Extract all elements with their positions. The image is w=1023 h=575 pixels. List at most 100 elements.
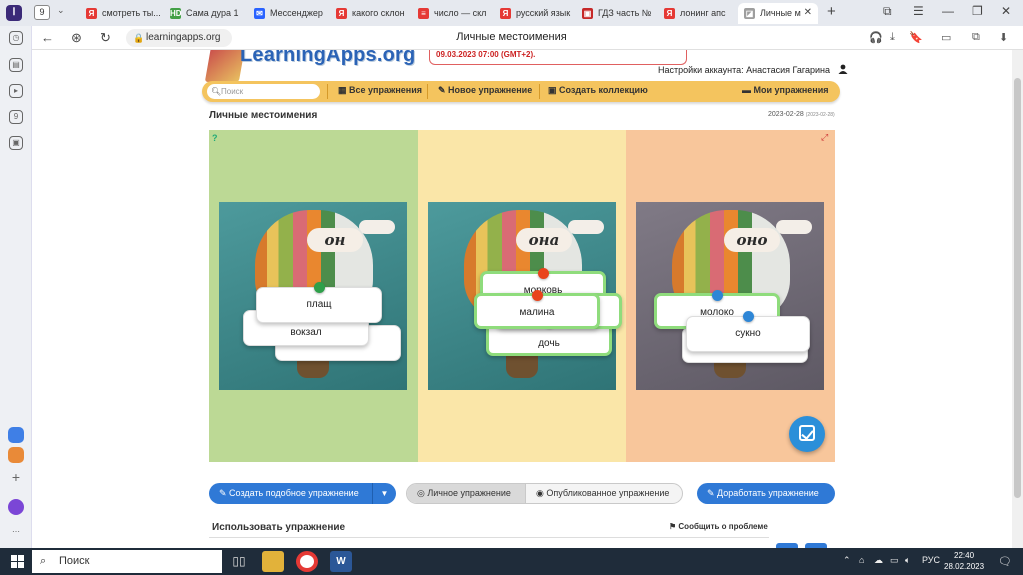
browser-sidebar: ◷ ▤ ▸ 9 ▣ + ⋯ <box>0 26 32 548</box>
blue-pin <box>743 311 754 322</box>
close-tab-icon[interactable]: ✕ <box>804 7 812 18</box>
browser-logo-icon[interactable]: Ⅰ <box>6 5 22 21</box>
report-label: Сообщить о проблеме <box>678 522 768 531</box>
chevron-up-icon[interactable]: ⌃ <box>843 555 851 566</box>
download-manager-icon[interactable]: ⬇ <box>999 31 1008 44</box>
visibility-toggle: ◎ Личное упражнение ◉ Опубликованное упр… <box>406 483 683 504</box>
help-icon[interactable]: ? <box>212 133 224 145</box>
browser-tab[interactable]: HD Сама дура 1 <box>164 3 246 24</box>
cloud <box>776 220 812 234</box>
clock[interactable]: 22:40 28.02.2023 <box>944 550 984 572</box>
download-icon[interactable]: ⤓ <box>890 31 895 44</box>
scrollbar-thumb[interactable] <box>1014 78 1021 498</box>
edit-exercise-button[interactable]: ✎ Доработать упражнение <box>697 483 835 504</box>
notifications-icon[interactable]: 🗨︎ <box>998 555 1012 568</box>
browser-tab[interactable]: ▣ ГДЗ часть № <box>576 3 658 24</box>
create-collection-button[interactable]: ▣ Создать коллекцию <box>548 85 648 96</box>
page-scrollbar[interactable] <box>1012 50 1023 548</box>
yandex-browser-icon[interactable] <box>296 551 318 572</box>
search-input[interactable]: 🔍︎ Поиск <box>207 84 320 99</box>
minimize-icon[interactable]: — <box>942 4 954 18</box>
my-exercises-button[interactable]: ▬ Мои упражнения <box>742 85 829 95</box>
yandex-icon: Я <box>336 8 347 19</box>
card-label: дочь <box>538 338 560 349</box>
divider <box>539 84 540 99</box>
restore-icon[interactable]: ❐ <box>972 4 983 18</box>
check-icon <box>799 425 815 441</box>
app-icon[interactable] <box>8 447 24 463</box>
word-card[interactable]: малина <box>474 290 600 329</box>
headphones-icon[interactable]: 🎧 <box>869 31 883 44</box>
task-view-icon[interactable]: ▯▯ <box>228 551 250 572</box>
check-answers-button[interactable] <box>789 416 825 452</box>
my-exercises-label: Мои упражнения <box>753 85 829 95</box>
tab-label: Сама дура 1 <box>186 8 239 18</box>
card-label: сукно <box>735 328 761 339</box>
report-problem-link[interactable]: ⚑ Сообщить о проблеме <box>669 522 768 531</box>
file-explorer-icon[interactable] <box>262 551 284 572</box>
collections-icon[interactable]: ⧉ <box>883 4 892 19</box>
browser-tab[interactable]: ≡ число — скл <box>412 3 494 24</box>
search-placeholder: Поиск <box>221 87 244 96</box>
bookmark-icon[interactable]: 🔖 <box>909 31 923 44</box>
pencil-icon: ✎ <box>707 488 718 498</box>
flag-icon: ⚑ <box>669 522 679 531</box>
browser-tab[interactable]: Я лонинг апс <box>658 3 736 24</box>
chevron-down-icon[interactable]: ▼ <box>372 483 396 504</box>
word-card[interactable]: плащ <box>256 282 382 323</box>
collections-sidebar-icon[interactable]: ▤ <box>9 58 23 72</box>
play-icon[interactable]: ▸ <box>9 84 23 98</box>
blue-pin <box>712 290 723 301</box>
network-icon[interactable]: ⌂ <box>859 555 864 565</box>
battery-icon[interactable]: ▭ <box>890 555 899 566</box>
user-icon <box>838 64 848 74</box>
extensions-icon[interactable]: ⧉ <box>972 31 980 44</box>
tab-label: какого склон <box>352 8 405 18</box>
windows-start-icon[interactable] <box>11 555 24 568</box>
clock-time: 22:40 <box>954 551 975 560</box>
all-exercises-button[interactable]: ▦ Все упражнения <box>338 85 422 96</box>
language-indicator[interactable]: РУС <box>922 555 940 565</box>
taskbar-search[interactable]: ⌕ Поиск <box>32 550 222 573</box>
chevron-down-icon[interactable]: ⌄ <box>57 5 65 16</box>
new-tab-icon[interactable]: + <box>827 3 836 20</box>
browser-tab[interactable]: Я смотреть ты... <box>80 3 162 24</box>
history-icon[interactable]: ◷ <box>9 31 23 45</box>
new-exercise-button[interactable]: ✎ Новое упражнение <box>438 85 532 96</box>
tab-label: Личные м <box>760 8 801 18</box>
create-similar-button[interactable]: ✎ Создать подобное упражнение ▼ <box>209 483 396 504</box>
grid-icon[interactable]: ⋯ <box>9 526 23 540</box>
browser-tab-active[interactable]: ◪ Личные м ✕ <box>738 3 818 24</box>
yandex-icon: Я <box>664 8 675 19</box>
account-settings[interactable]: Настройки аккаунта: Анастасия Гагарина <box>658 64 848 75</box>
published-label: Опубликованное упражнение <box>546 488 670 498</box>
address-bar: ← ⊛ ↻ 🔒 learningapps.org Личные местоиме… <box>0 26 1023 50</box>
fullscreen-icon[interactable]: ⤢ <box>821 132 831 142</box>
private-option[interactable]: ◎ Личное упражнение <box>407 484 525 503</box>
app-icon[interactable] <box>8 427 24 443</box>
tab-count-badge[interactable]: 9 <box>34 5 50 20</box>
exercise-area: он вокзал плащ она морковь дочь малина о… <box>209 130 835 462</box>
close-window-icon[interactable]: ✕ <box>1001 4 1011 18</box>
browser-tab[interactable]: ✉ Мессенджер <box>248 3 330 24</box>
new-exercise-label: Новое упражнение <box>448 85 533 95</box>
notes-icon[interactable]: 9 <box>9 110 23 124</box>
browser-tab-strip: Ⅰ 9 ⌄ Я смотреть ты... HD Сама дура 1 ✉ … <box>0 0 1023 26</box>
pronoun-heading: он <box>307 228 363 252</box>
battery-icon[interactable]: ▭ <box>941 31 951 44</box>
menu-icon[interactable]: ☰ <box>913 4 924 18</box>
browser-tab[interactable]: Я русский язык <box>494 3 576 24</box>
cloud <box>359 220 395 234</box>
volume-icon[interactable]: 🔈︎ <box>905 555 910 566</box>
windows-taskbar: ⌕ Поиск ▯▯ W ⌃ ⌂ ☁ ▭ 🔈︎ РУС 22:40 28.02.… <box>0 548 1023 575</box>
pronoun-heading: она <box>516 228 572 252</box>
browser-tab[interactable]: Я какого склон <box>330 3 412 24</box>
cloud-icon[interactable]: ☁ <box>874 555 883 566</box>
date-value: 2023-02-28 <box>768 111 804 118</box>
word-icon[interactable]: W <box>330 551 352 572</box>
add-icon[interactable]: + <box>9 470 23 486</box>
word-card[interactable]: сукно <box>686 311 810 352</box>
alice-icon[interactable] <box>8 499 24 515</box>
published-option[interactable]: ◉ Опубликованное упражнение <box>525 484 682 503</box>
screenshot-icon[interactable]: ▣ <box>9 136 23 150</box>
